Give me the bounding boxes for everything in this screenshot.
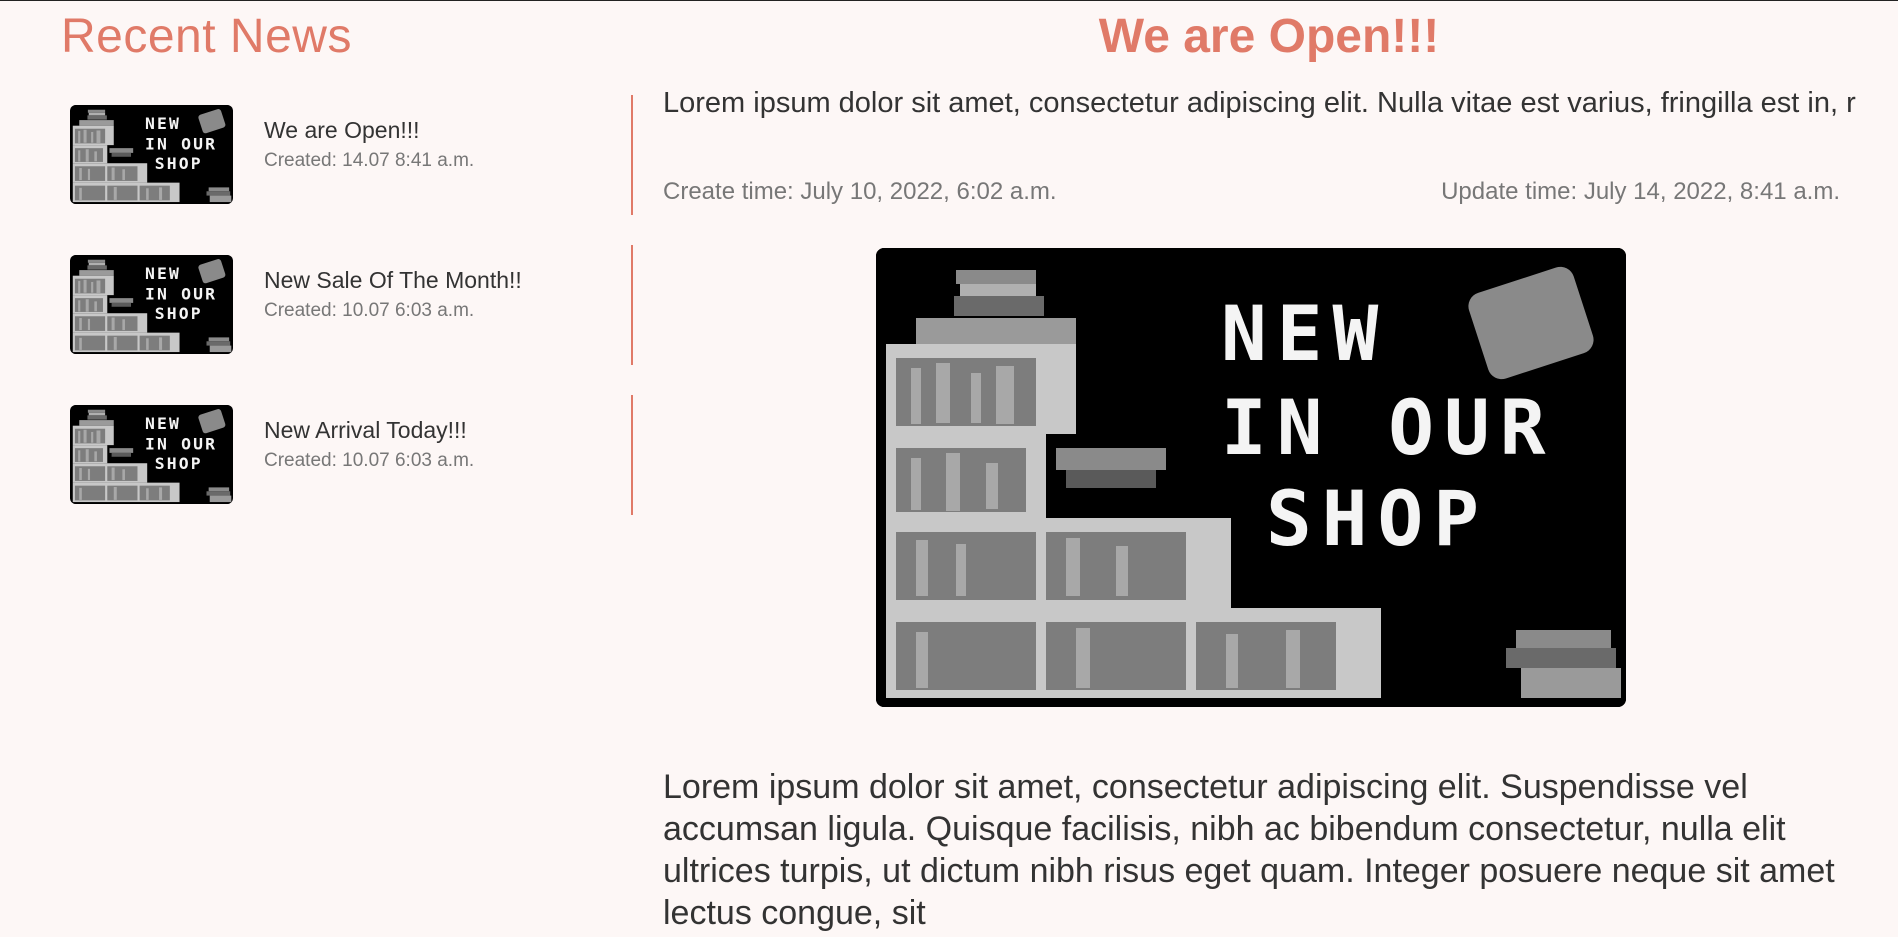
news-item[interactable]: New Sale Of The Month!! Created: 10.07 6… — [70, 245, 634, 375]
new-in-our-shop-image — [70, 255, 233, 354]
news-item[interactable]: New Arrival Today!!! Created: 10.07 6:03… — [70, 395, 634, 525]
news-divider — [631, 245, 633, 365]
news-thumbnail[interactable] — [70, 405, 233, 504]
news-divider — [631, 395, 633, 515]
article-update-time: Update time: July 14, 2022, 8:41 a.m. — [1441, 178, 1840, 205]
new-in-our-shop-image — [70, 105, 233, 204]
news-thumbnail[interactable] — [70, 255, 233, 354]
new-in-our-shop-image — [70, 405, 233, 504]
news-thumbnail[interactable] — [70, 105, 233, 204]
article-hero-image — [876, 248, 1626, 707]
article: We are Open!!! Lorem ipsum dolor sit ame… — [640, 1, 1898, 937]
news-item-created: Created: 10.07 6:03 a.m. — [264, 450, 475, 471]
news-item-title[interactable]: New Arrival Today!!! — [264, 417, 467, 444]
news-item-created: Created: 10.07 6:03 a.m. — [264, 300, 475, 321]
article-lead: Lorem ipsum dolor sit amet, consectetur … — [663, 87, 1856, 119]
news-divider — [631, 95, 633, 215]
article-body: Lorem ipsum dolor sit amet, consectetur … — [663, 768, 1835, 932]
news-item[interactable]: We are Open!!! Created: 14.07 8:41 a.m. — [70, 95, 634, 225]
new-in-our-shop-image — [876, 248, 1626, 707]
article-title: We are Open!!! — [1098, 10, 1440, 63]
article-create-time: Create time: July 10, 2022, 6:02 a.m. — [663, 178, 1057, 205]
news-item-created: Created: 14.07 8:41 a.m. — [264, 150, 475, 171]
recent-news-sidebar: Recent News We are Open!!! Created: 14.0… — [0, 1, 640, 937]
news-item-title[interactable]: New Sale Of The Month!! — [264, 267, 522, 294]
news-item-title[interactable]: We are Open!!! — [264, 117, 420, 144]
recent-news-title: Recent News — [61, 10, 352, 63]
